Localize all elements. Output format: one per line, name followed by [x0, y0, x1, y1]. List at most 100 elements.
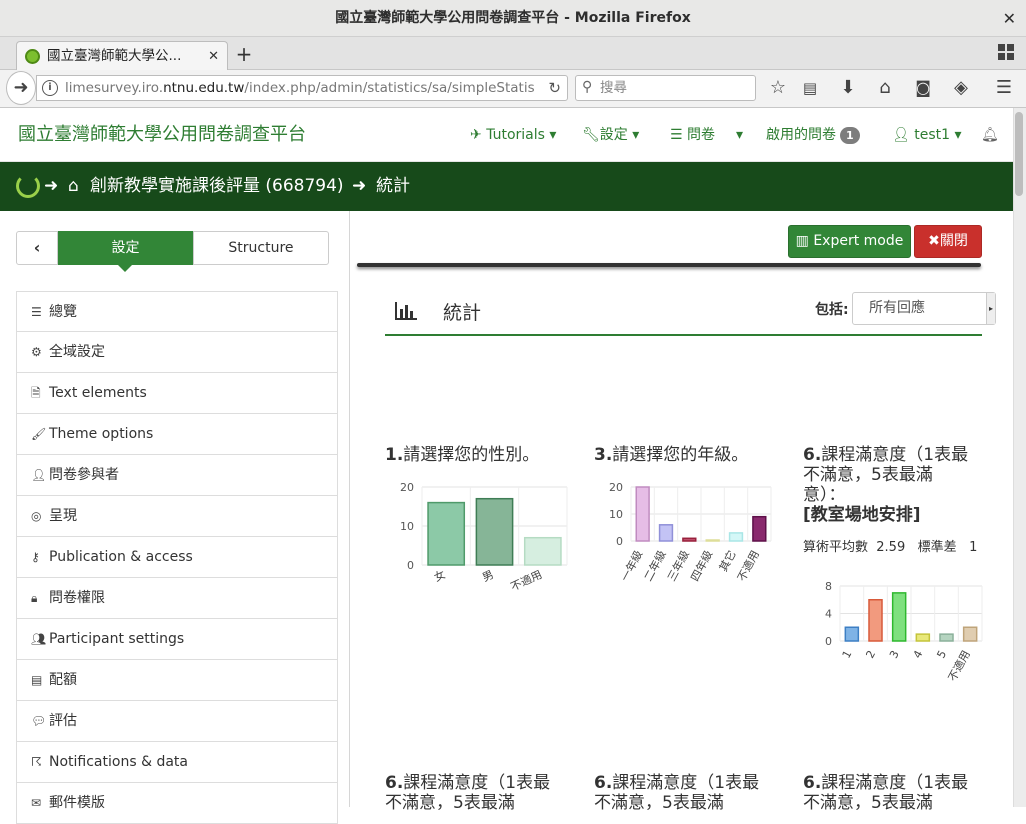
sidebar-item-label: 問卷權限: [49, 590, 105, 606]
sidebar-item-label: Publication & access: [49, 549, 193, 565]
tab-title: 國立臺灣師範大學公...: [47, 48, 182, 64]
site-header: 國立臺灣師範大學公用問卷調查平台 ✈ Tutorials ▾ 🔧︎設定 ▾ ☰ …: [0, 108, 1013, 162]
bar: [635, 486, 650, 542]
x-tick-label: 四年級: [687, 548, 715, 584]
x-tick-label: 女: [432, 567, 448, 584]
bar: [915, 633, 931, 642]
bar: [962, 626, 978, 642]
y-tick-label: 20: [609, 481, 623, 494]
user-menu[interactable]: 👤︎ test1 ▾: [892, 108, 962, 162]
bookmark-star-icon[interactable]: ☆: [766, 70, 790, 106]
sidebar-item[interactable]: 🖌︎ Theme options: [16, 414, 338, 455]
sidebar-item[interactable]: ▤ 配額: [16, 660, 338, 701]
sidebar-item[interactable]: ⚙ 全域設定: [16, 332, 338, 373]
window-title: 國立臺灣師範大學公用問卷調查平台 - Mozilla Firefox: [335, 10, 691, 26]
sidebar-item-label: Text elements: [49, 385, 147, 401]
sidebar-item[interactable]: 👤︎ 問卷參與者: [16, 455, 338, 496]
surveys-dropdown-caret[interactable]: ▾: [736, 108, 743, 162]
page-scrollbar[interactable]: [1013, 108, 1026, 807]
url-text[interactable]: limesurvey.iro.ntnu.edu.tw/index.php/adm…: [65, 76, 535, 100]
notifications-bell-icon[interactable]: 🔔︎: [981, 108, 999, 162]
include-select[interactable]: 所有回應 ▸: [852, 292, 996, 325]
tab-structure[interactable]: Structure: [193, 231, 329, 265]
sidebar-item-label: 總覽: [49, 304, 77, 320]
sidebar-item[interactable]: 💬︎ 評估: [16, 701, 338, 742]
scrollbar-thumb[interactable]: [1015, 112, 1023, 196]
pocket-icon[interactable]: ◙: [911, 70, 935, 106]
search-icon: ⚲: [582, 79, 593, 95]
active-tab-caret: [117, 264, 133, 272]
hamburger-menu-icon[interactable]: ☰: [992, 70, 1016, 106]
site-brand-link[interactable]: 國立臺灣師範大學公用問卷調查平台: [18, 108, 306, 162]
search-input[interactable]: ⚲ 搜尋: [575, 75, 756, 101]
sidebar-item[interactable]: ⚷ Publication & access: [16, 537, 338, 578]
y-tick-label: 0: [616, 535, 623, 548]
list-icon: ☰: [31, 305, 42, 319]
browser-tab[interactable]: 國立臺灣師範大學公... ✕: [16, 41, 228, 71]
sidebar-item[interactable]: 🔒︎ 問卷權限: [16, 578, 338, 619]
info-icon[interactable]: i: [42, 80, 58, 96]
settings-menu[interactable]: 🔧︎設定 ▾: [582, 108, 639, 162]
tab-settings[interactable]: 設定: [58, 231, 193, 272]
paint-brush-icon: 🖌︎: [31, 427, 47, 441]
sidebar-item[interactable]: 👥︎ Participant settings: [16, 619, 338, 660]
active-surveys-count-badge: 1: [840, 127, 860, 144]
expert-mode-button[interactable]: ▥ Expert mode: [788, 225, 911, 258]
sidebar-item[interactable]: ◎ 呈現: [16, 496, 338, 537]
file-text-icon: 🗎︎: [31, 386, 41, 400]
download-icon[interactable]: ⬇: [836, 70, 860, 106]
sidebar-item[interactable]: ☰ 總覽: [16, 291, 338, 332]
question-6-row2-title-1: 6.課程滿意度（1表最 不滿意，5表最滿: [385, 773, 551, 813]
bar: [658, 524, 674, 542]
breadcrumb-arrow-icon: ➜: [44, 176, 59, 196]
question-3-bar-chart: 01020一年級二年級三年級四年級 其它不適用: [609, 481, 772, 584]
toolbar-divider: [357, 263, 981, 267]
home-icon[interactable]: ⌂: [873, 70, 897, 106]
tab-close-button[interactable]: ✕: [208, 42, 219, 71]
statistics-divider: [385, 334, 982, 336]
x-tick-label: 1: [840, 648, 855, 660]
url-bar[interactable]: i limesurvey.iro.ntnu.edu.tw/index.php/a…: [36, 75, 568, 101]
x-tick-label: 5: [934, 648, 949, 660]
reading-list-icon[interactable]: ▤: [798, 70, 822, 106]
statistics-title: 統計: [443, 302, 482, 324]
statistics-chart-icon: [395, 302, 417, 320]
limesurvey-logo-icon[interactable]: [16, 174, 40, 198]
x-tick-label: 3: [887, 648, 902, 660]
search-placeholder: 搜尋: [600, 80, 627, 96]
sidebar-item[interactable]: ☈ Notifications & data: [16, 742, 338, 783]
home-icon[interactable]: ⌂: [68, 162, 79, 211]
tab-list-icon[interactable]: [998, 44, 1014, 60]
sidebar-item[interactable]: 🗎︎ Text elements: [16, 373, 338, 414]
close-button[interactable]: ✖關閉: [914, 225, 982, 258]
surveys-menu[interactable]: ☰ 問卷: [670, 108, 715, 162]
question-6-row2-title-2: 6.課程滿意度（1表最 不滿意，5表最滿: [594, 773, 760, 813]
bar: [705, 539, 720, 542]
sidebar-item-label: 郵件模版: [49, 795, 105, 811]
sidebar-collapse-button[interactable]: ‹: [16, 231, 58, 265]
reload-icon[interactable]: ↻: [548, 76, 561, 100]
back-arrow-icon[interactable]: ➜: [6, 71, 36, 105]
breadcrumb-arrow-icon: ➜: [352, 176, 367, 196]
sidebar-menu: ☰ 總覽 ⚙ 全域設定 🗎︎ Text elements 🖌︎ Theme options 👤︎…: [16, 291, 338, 824]
x-tick-label: 不適用: [508, 567, 544, 593]
x-tick-label: 男: [480, 568, 495, 584]
x-tick-label: 4: [911, 648, 926, 660]
y-tick-label: 0: [407, 559, 414, 572]
sidebar-item-label: 呈現: [49, 508, 77, 524]
question-1-title: 1.請選擇您的性別。: [385, 445, 540, 465]
breadcrumb-survey[interactable]: 創新教學實施課後評量 (668794): [90, 162, 344, 211]
tutorials-menu[interactable]: ✈ Tutorials ▾: [470, 108, 556, 162]
window-close-button[interactable]: ✕: [1003, 0, 1016, 37]
x-tick-label: 不適用: [734, 548, 762, 584]
sync-icon[interactable]: ◈: [949, 70, 973, 106]
mean-value: 2.59: [876, 540, 906, 555]
include-label: 包括:: [815, 302, 849, 318]
sidebar-item[interactable]: ✉ 郵件模版: [16, 783, 338, 824]
envelope-icon: ✉: [31, 796, 42, 810]
question-3-title: 3.請選擇您的年級。: [594, 445, 749, 465]
y-tick-label: 20: [400, 481, 414, 494]
lock-icon: 🔒︎: [31, 591, 38, 605]
new-tab-button[interactable]: +: [233, 41, 255, 67]
active-surveys-menu[interactable]: 啟用的問卷 1: [766, 108, 860, 162]
